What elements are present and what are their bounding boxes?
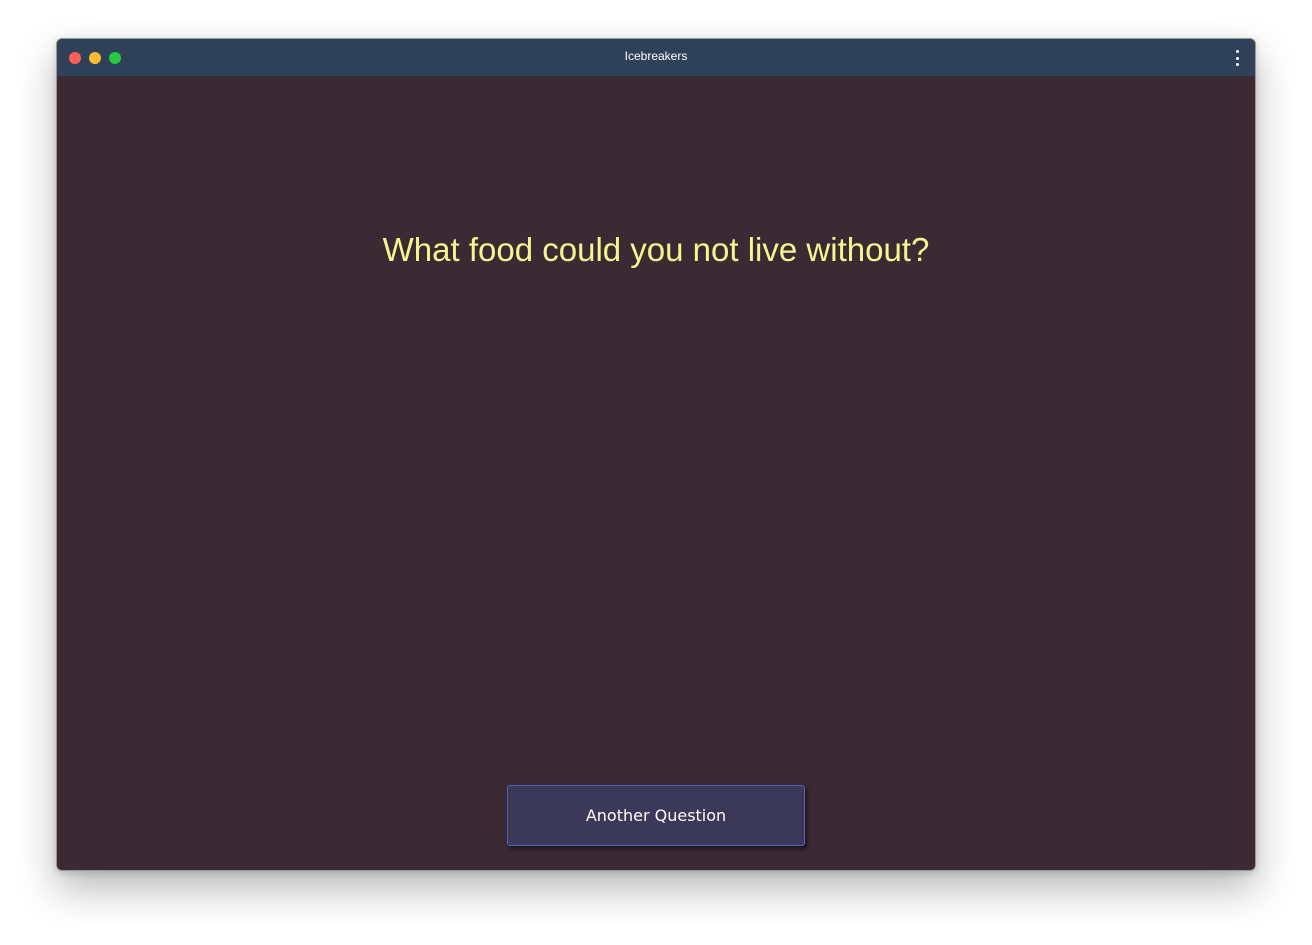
app-window: Icebreakers What food could you not live… (56, 38, 1256, 871)
more-vertical-icon[interactable] (1231, 50, 1243, 66)
another-question-button[interactable]: Another Question (507, 785, 805, 846)
question-text: What food could you not live without? (382, 231, 930, 268)
window-title: Icebreakers (624, 49, 688, 63)
title-bar[interactable]: Icebreakers (57, 39, 1255, 76)
main-content: What food could you not live without? An… (57, 76, 1255, 870)
